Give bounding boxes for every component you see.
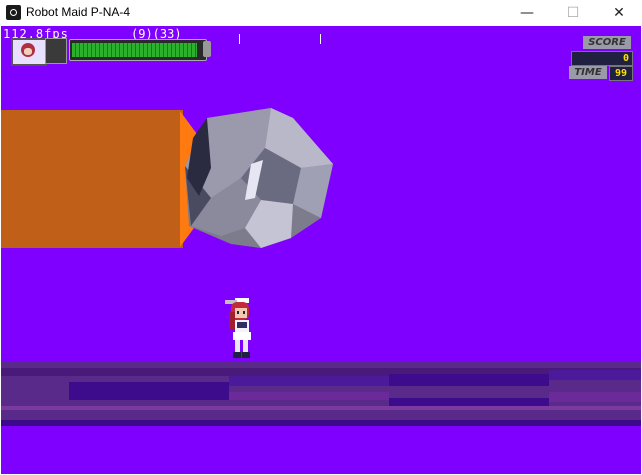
- lower-area: [1, 426, 641, 474]
- game-viewport[interactable]: 112.8fps (9)(33) SCORE 0 TIME 99: [1, 26, 641, 474]
- giant-fist: [185, 108, 333, 248]
- health-bar-fill: [72, 43, 197, 57]
- player-portrait: [11, 38, 47, 66]
- floor: [1, 362, 641, 426]
- giant-arm: [1, 110, 183, 248]
- score-box: 0: [571, 51, 633, 66]
- hud-tick-mark: [320, 34, 321, 44]
- minimize-button[interactable]: —: [504, 0, 550, 26]
- score-value: 0: [622, 53, 629, 64]
- score-panel: SCORE 0 TIME 99: [569, 36, 633, 82]
- hud-tick-mark: [239, 34, 240, 44]
- score-label: SCORE: [583, 36, 631, 49]
- app-icon: [6, 5, 21, 20]
- time-value: 99: [609, 66, 633, 81]
- maximize-button[interactable]: ☐: [550, 0, 596, 26]
- maid-character: [225, 298, 251, 358]
- hp-frame: [45, 38, 67, 64]
- window-title: Robot Maid P-NA-4: [26, 5, 131, 19]
- health-bar-cap: [203, 41, 211, 57]
- title-bar[interactable]: Robot Maid P-NA-4 — ☐ ✕: [0, 0, 642, 26]
- game-window: Robot Maid P-NA-4 — ☐ ✕ 112.8fps (9)(33)…: [0, 0, 642, 475]
- time-label: TIME: [569, 66, 607, 79]
- health-bar: [69, 39, 207, 61]
- close-button[interactable]: ✕: [596, 0, 642, 26]
